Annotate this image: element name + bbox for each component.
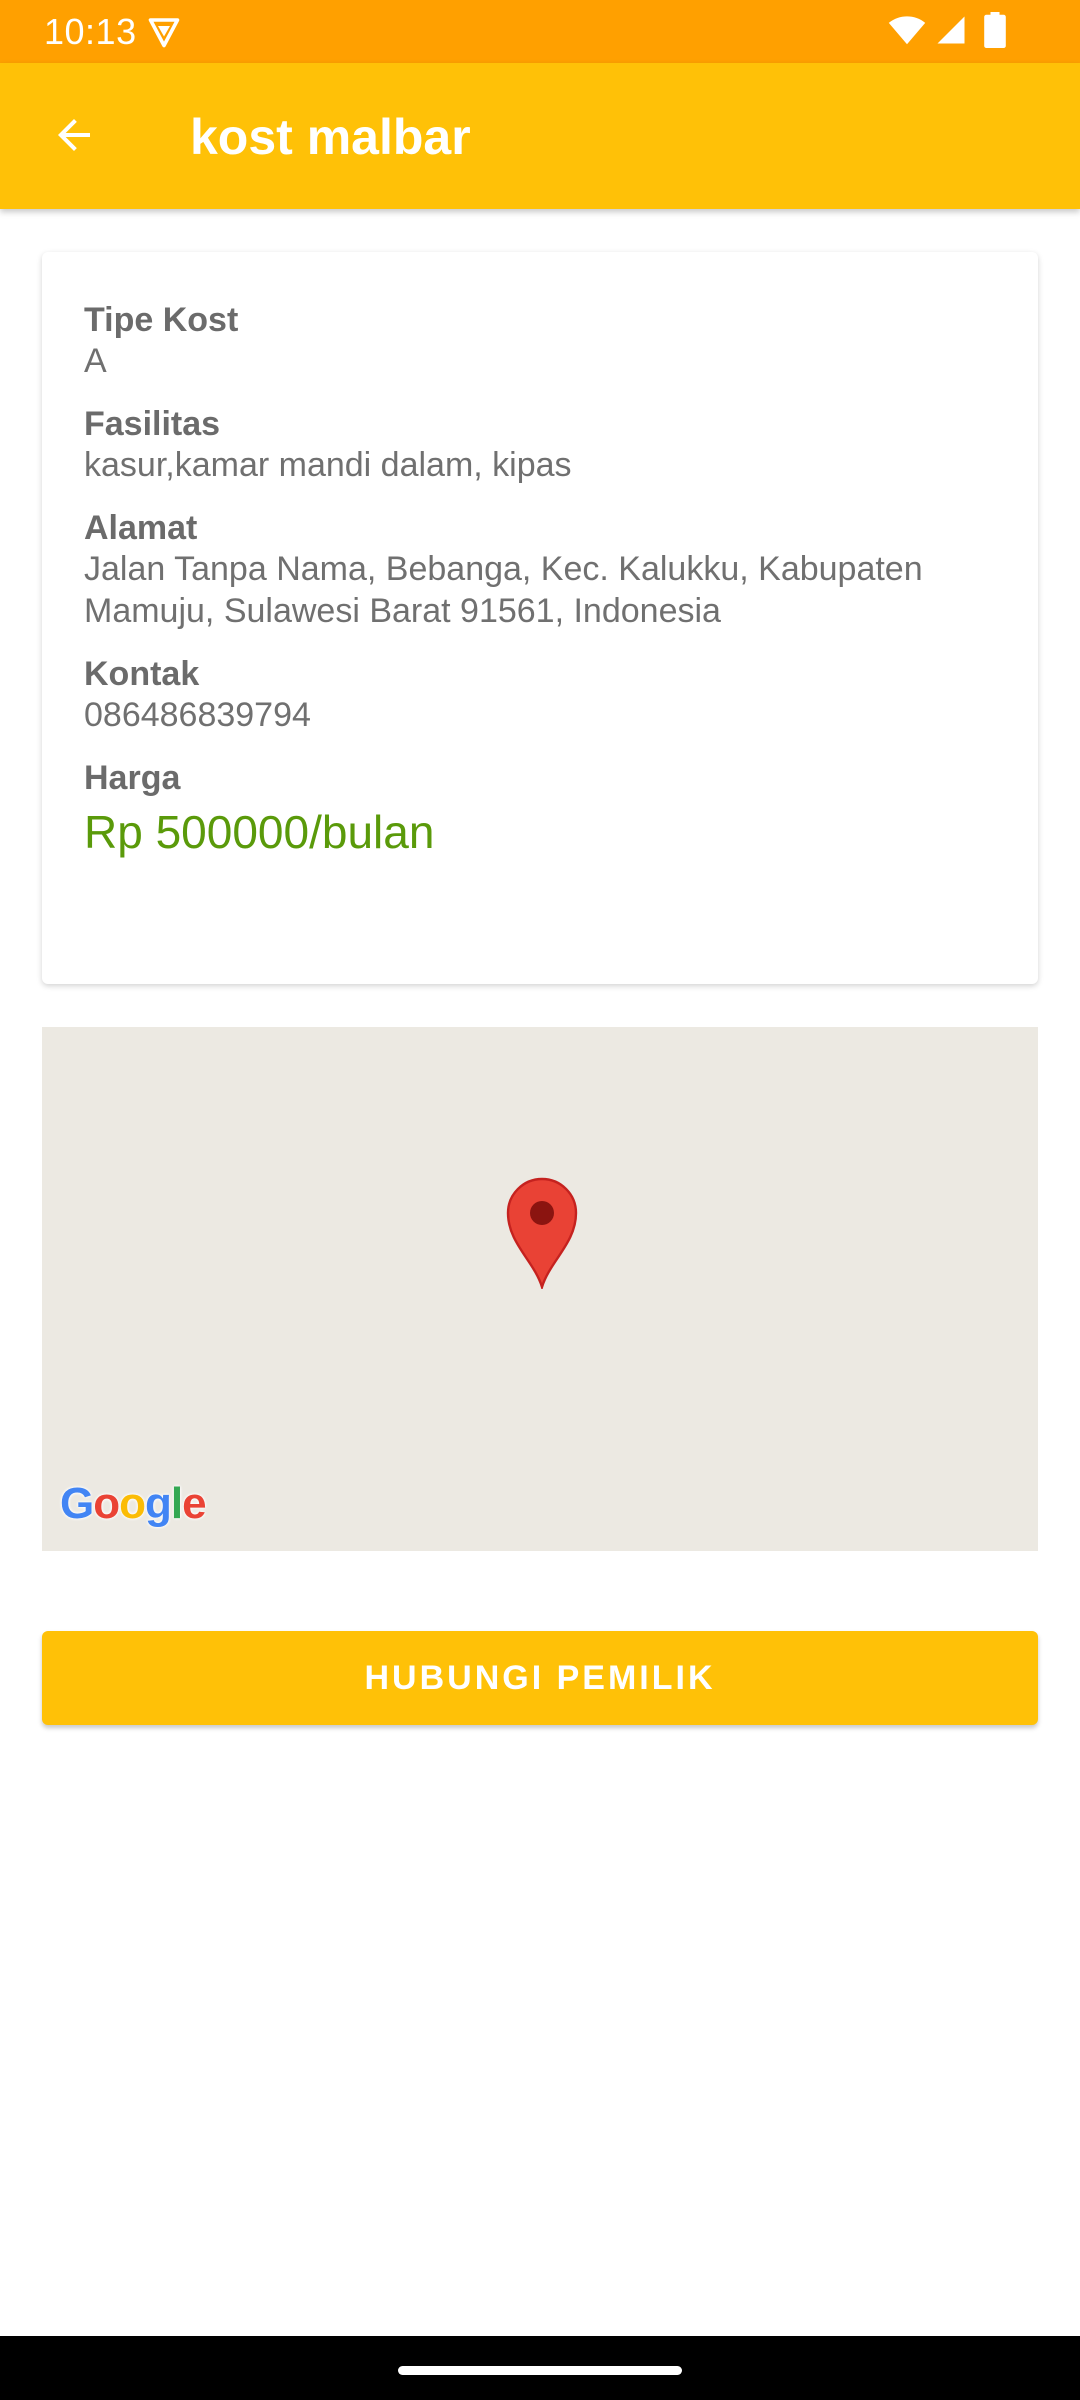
field-label: Tipe Kost [84, 301, 239, 339]
field-alamat: Alamat Jalan Tanpa Nama, Bebanga, Kec. K… [84, 508, 1038, 632]
field-label: Alamat [84, 509, 198, 547]
status-bar: 10:13 [0, 0, 1080, 63]
cell-signal-icon [937, 16, 965, 44]
vpn-shield-icon [148, 18, 180, 48]
status-time: 10:13 [44, 11, 137, 52]
google-logo: Google [60, 1479, 207, 1528]
field-harga: Harga Rp 500000/bulan [84, 758, 1038, 860]
field-value: Jalan Tanpa Nama, Bebanga, Kec. Kalukku,… [84, 550, 923, 630]
back-button[interactable] [42, 103, 106, 167]
field-value: kasur,kamar mandi dalam, kipas [84, 446, 572, 484]
wifi-icon [888, 16, 926, 45]
price-value: Rp 500000/bulan [84, 806, 435, 858]
navigation-bar [0, 2336, 1080, 2400]
field-label: Harga [84, 759, 181, 797]
field-kontak: Kontak 086486839794 [84, 654, 1038, 736]
field-label: Kontak [84, 655, 200, 693]
contact-owner-button[interactable]: HUBUNGI PEMILIK [42, 1631, 1038, 1725]
battery-icon [984, 12, 1006, 48]
home-gesture-handle[interactable] [398, 2366, 682, 2375]
kost-detail-card: Tipe Kost A Fasilitas kasur,kamar mandi … [42, 252, 1038, 984]
field-label: Fasilitas [84, 405, 221, 443]
map-pin-icon[interactable] [506, 1177, 578, 1289]
app-bar: kost malbar [0, 63, 1080, 209]
field-tipe-kost: Tipe Kost A [84, 300, 1038, 382]
field-value: 086486839794 [84, 696, 311, 734]
location-map[interactable]: Google [42, 1027, 1038, 1551]
field-fasilitas: Fasilitas kasur,kamar mandi dalam, kipas [84, 404, 1038, 486]
arrow-back-icon [58, 119, 90, 151]
field-value: A [84, 342, 107, 380]
page-title: kost malbar [190, 109, 471, 165]
